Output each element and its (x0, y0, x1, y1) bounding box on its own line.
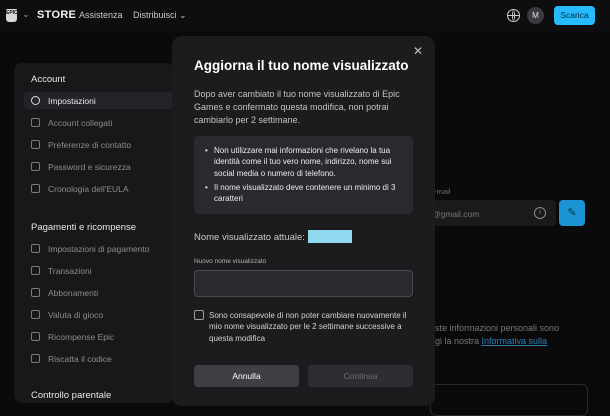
continue-button[interactable]: Continua (308, 365, 413, 387)
email-value: @gmail.com (432, 209, 480, 219)
privacy-policy-link[interactable]: Informativa sulla (482, 336, 548, 346)
sidebar-item-password-sicurezza[interactable]: Password e sicurezza (31, 158, 131, 175)
new-name-field[interactable] (194, 270, 413, 297)
card-icon (31, 244, 40, 253)
new-name-input[interactable] (195, 271, 412, 296)
current-name-value-redacted (308, 230, 352, 243)
sidebar-section-account: Account (31, 74, 66, 85)
sidebar-item-ricompense-epic[interactable]: Ricompense Epic (31, 328, 114, 345)
dialog-description: Dopo aver cambiato il tuo nome visualizz… (194, 89, 400, 125)
link-icon (31, 118, 40, 127)
sidebar-item-abbonamenti[interactable]: Abbonamenti (31, 284, 98, 301)
sidebar-item-label: Transazioni (48, 265, 92, 276)
nav-assistenza[interactable]: Assistenza (79, 10, 123, 20)
sidebar-item-label: Password e sicurezza (48, 161, 131, 172)
sidebar-item-preferenze-contatto[interactable]: Preferenze di contatto (31, 136, 131, 153)
sidebar-item-impostazioni[interactable]: Impostazioni (24, 92, 181, 109)
new-name-label: Nuovo nome visualizzato (194, 258, 267, 265)
nav-distribuisci[interactable]: Distribuisci ⌄ (133, 10, 187, 21)
clock-icon (31, 266, 40, 275)
store-link[interactable]: STORE (37, 9, 76, 21)
info-icon[interactable]: i (534, 207, 546, 219)
sidebar-item-label: Impostazioni di pagamento (48, 243, 150, 254)
ticket-icon (31, 354, 40, 363)
warning-bullet: Il nome visualizzato deve contenere un m… (214, 183, 396, 204)
download-button[interactable]: Scarica (554, 6, 595, 25)
user-icon (31, 96, 40, 105)
top-bar: EPIC ⌄ STORE Assistenza Distribuisci ⌄ M… (0, 0, 610, 32)
globe-icon[interactable] (507, 9, 520, 22)
sidebar-item-valuta-gioco[interactable]: Valuta di gioco (31, 306, 103, 323)
coin-icon (31, 310, 40, 319)
warning-bullet: Non utilizzare mai informazioni che rive… (214, 146, 392, 178)
avatar[interactable]: M (527, 7, 544, 24)
close-icon[interactable]: ✕ (413, 45, 423, 57)
sidebar-item-label: Abbonamenti (48, 287, 99, 298)
sidebar-item-label: Cronologia dell'EULA (48, 183, 129, 194)
sidebar-item-riscatta-codice[interactable]: Riscatta il codice (31, 350, 112, 367)
sidebar-section-pagamenti: Pagamenti e ricompense (31, 222, 137, 233)
sidebar-item-impostazioni-pagamento[interactable]: Impostazioni di pagamento (31, 240, 150, 257)
bullet-icon: • (205, 146, 208, 155)
sidebar-item-label: Preferenze di contatto (48, 139, 132, 150)
edit-email-button[interactable]: ✎ (559, 200, 585, 226)
current-name-label: Nome visualizzato attuale: (194, 232, 305, 243)
sidebar-section-controllo-parentale: Controllo parentale (31, 390, 112, 401)
epic-games-logo-icon[interactable]: EPIC (6, 9, 18, 22)
sidebar-item-label: Valuta di gioco (48, 309, 104, 320)
sidebar-item-label: Impostazioni (48, 95, 96, 106)
nav-distribuisci-label: Distribuisci (133, 10, 177, 20)
sidebar-item-cronologia-eula[interactable]: Cronologia dell'EULA (31, 180, 129, 197)
pencil-icon: ✎ (567, 207, 577, 219)
sidebar-item-account-collegati[interactable]: Account collegati (31, 114, 112, 131)
refresh-icon (31, 288, 40, 297)
privacy-text-prefix: ggi la nostra (430, 336, 482, 346)
sidebar-item-transazioni[interactable]: Transazioni (31, 262, 92, 279)
chevron-down-icon[interactable]: ⌄ (22, 9, 30, 20)
cancel-button[interactable]: Annulla (194, 365, 299, 387)
privacy-text: este informazioni personali sono (430, 323, 560, 333)
chevron-down-icon: ⌄ (179, 10, 187, 20)
gift-icon (31, 332, 40, 341)
confirm-checkbox-label[interactable]: Sono consapevole di non poter cambiare n… (209, 310, 414, 344)
privacy-text-line2: ggi la nostra Informativa sulla (430, 336, 547, 346)
sidebar-item-label: Ricompense Epic (48, 331, 115, 342)
content-card (430, 384, 588, 416)
dialog-title: Aggiorna il tuo nome visualizzato (194, 58, 409, 73)
sidebar-item-label: Account collegati (48, 117, 113, 128)
bullet-icon: • (205, 183, 208, 192)
mail-icon (31, 140, 40, 149)
document-icon (31, 184, 40, 193)
confirm-checkbox[interactable] (194, 310, 204, 320)
sidebar-item-label: Riscatta il codice (48, 353, 112, 364)
shield-icon (31, 162, 40, 171)
